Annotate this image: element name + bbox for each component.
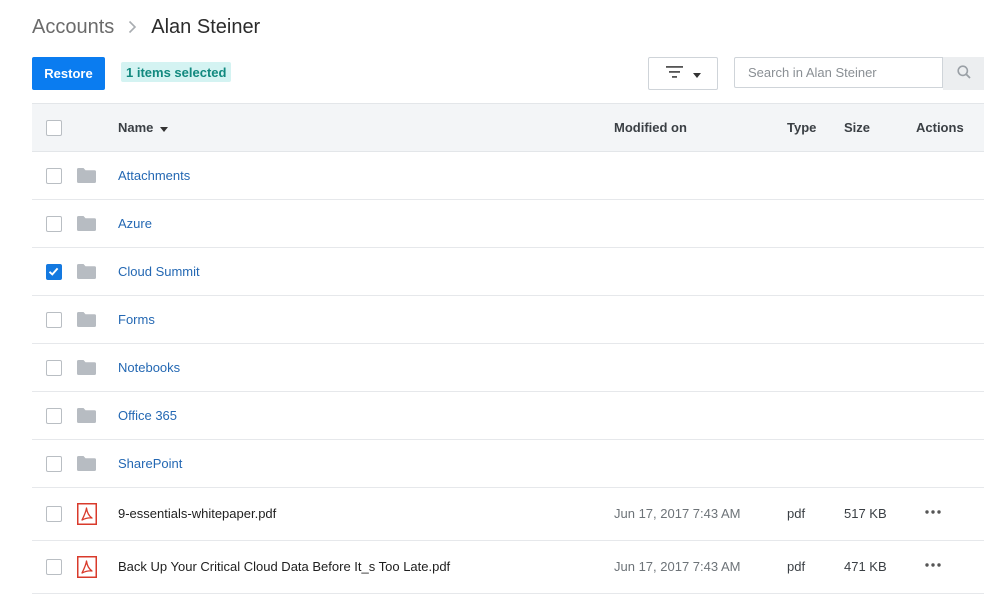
row-checkbox[interactable] — [46, 408, 62, 424]
more-actions-button[interactable] — [925, 555, 941, 570]
modified-date: Jun 17, 2017 7:43 AM — [614, 559, 741, 574]
file-type: pdf — [787, 506, 806, 521]
column-header-name[interactable]: Name — [118, 120, 169, 135]
chevron-right-icon — [128, 20, 137, 34]
table-row[interactable]: Forms — [32, 296, 984, 344]
folder-icon — [77, 216, 96, 234]
row-checkbox[interactable] — [46, 456, 62, 472]
filter-dropdown-button[interactable] — [648, 57, 718, 90]
select-all-checkbox[interactable] — [46, 120, 62, 136]
column-header-actions: Actions — [916, 120, 964, 135]
restore-button[interactable]: Restore — [32, 57, 105, 90]
caret-down-icon — [692, 65, 701, 83]
file-name[interactable]: Back Up Your Critical Cloud Data Before … — [118, 559, 450, 574]
file-name[interactable]: 9-essentials-whitepaper.pdf — [118, 506, 276, 521]
table-row[interactable]: SharePoint — [32, 440, 984, 488]
folder-name-link[interactable]: Attachments — [118, 168, 190, 183]
row-checkbox[interactable] — [46, 312, 62, 328]
search-button[interactable] — [943, 57, 984, 90]
folder-icon — [77, 168, 96, 186]
table-row[interactable]: 9-essentials-whitepaper.pdf Jun 17, 2017 … — [32, 488, 984, 541]
pdf-file-icon — [77, 503, 97, 528]
breadcrumb-accounts-link[interactable]: Accounts — [32, 16, 114, 39]
table-row[interactable]: Office 365 — [32, 392, 984, 440]
row-checkbox[interactable] — [46, 216, 62, 232]
table-row[interactable]: Attachments — [32, 152, 984, 200]
folder-icon — [77, 360, 96, 378]
modified-date: Jun 17, 2017 7:43 AM — [614, 506, 741, 521]
table-header: Name Modified on Type Size Actions — [32, 103, 984, 152]
folder-name-link[interactable]: SharePoint — [118, 456, 182, 471]
folder-icon — [77, 312, 96, 330]
row-checkbox[interactable] — [46, 360, 62, 376]
table-row[interactable]: Cloud Summit — [32, 248, 984, 296]
pdf-file-icon — [77, 556, 97, 581]
more-horizontal-icon — [925, 555, 941, 570]
row-checkbox[interactable] — [46, 506, 62, 522]
row-checkbox[interactable] — [46, 168, 62, 184]
filter-icon — [665, 65, 683, 83]
breadcrumb: Accounts Alan Steiner — [32, 14, 260, 40]
row-checkbox[interactable] — [46, 264, 62, 280]
file-table: Name Modified on Type Size Actions Attac… — [32, 103, 984, 594]
table-row[interactable]: Back Up Your Critical Cloud Data Before … — [32, 541, 984, 594]
folder-icon — [77, 408, 96, 426]
column-header-modified[interactable]: Modified on — [614, 120, 687, 135]
table-row[interactable]: Notebooks — [32, 344, 984, 392]
file-size: 471 KB — [844, 559, 887, 574]
folder-icon — [77, 264, 96, 282]
row-checkbox[interactable] — [46, 559, 62, 575]
more-horizontal-icon — [925, 502, 941, 517]
folder-name-link[interactable]: Cloud Summit — [118, 264, 200, 279]
selection-count-badge: 1 items selected — [121, 62, 232, 82]
caret-down-icon — [160, 120, 169, 135]
folder-name-link[interactable]: Notebooks — [118, 360, 180, 375]
folder-icon — [77, 456, 96, 474]
folder-name-link[interactable]: Azure — [118, 216, 152, 231]
search-icon — [956, 65, 971, 82]
column-header-name-label: Name — [118, 120, 154, 135]
search-input[interactable] — [734, 57, 943, 88]
folder-name-link[interactable]: Office 365 — [118, 408, 177, 423]
breadcrumb-current: Alan Steiner — [151, 15, 261, 38]
file-size: 517 KB — [844, 506, 887, 521]
more-actions-button[interactable] — [925, 502, 941, 517]
column-header-type[interactable]: Type — [787, 120, 816, 135]
folder-name-link[interactable]: Forms — [118, 312, 155, 327]
table-body: Attachments Azure Cloud Summit Forms Noteboo… — [32, 152, 984, 594]
file-type: pdf — [787, 559, 806, 574]
table-row[interactable]: Azure — [32, 200, 984, 248]
column-header-size[interactable]: Size — [844, 120, 870, 135]
